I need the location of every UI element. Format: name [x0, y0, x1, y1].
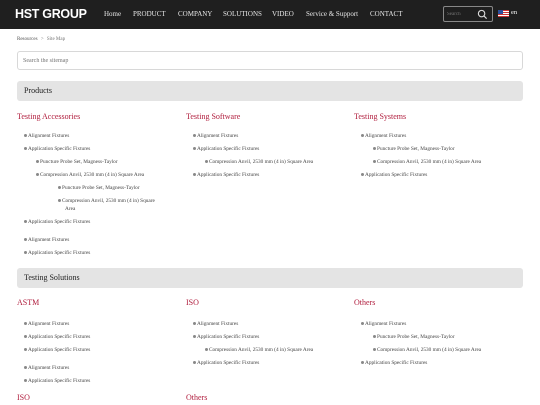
list-item[interactable]: Alignment Fixtures	[24, 133, 69, 140]
list-item[interactable]: Application Specific Fixtures	[193, 334, 259, 341]
nav-contact[interactable]: CONTACT	[370, 10, 403, 18]
search-icon[interactable]	[477, 9, 488, 20]
bullet-icon	[58, 198, 61, 202]
list-item[interactable]: Application Specific Fixtures	[193, 172, 259, 179]
list-item[interactable]: Compression Anvil, 2530 mm (4 in) Square…	[373, 159, 481, 166]
list-item[interactable]: Application Specific Fixtures	[24, 378, 90, 385]
category-heading[interactable]: ASTM	[17, 298, 39, 307]
breadcrumb: Resources > Site Map	[17, 37, 65, 42]
top-navigation-bar: HST GROUP Home PRODUCT COMPANY SOLUTIONS…	[0, 0, 540, 29]
category-heading[interactable]: Others	[186, 393, 207, 402]
bullet-icon	[193, 172, 196, 176]
bullet-icon	[24, 237, 27, 241]
bullet-icon	[373, 347, 376, 351]
list-item[interactable]: Application Specific Fixtures	[24, 334, 90, 341]
bullet-icon	[361, 172, 364, 176]
bullet-icon	[205, 347, 208, 351]
bullet-icon	[193, 146, 196, 150]
header-search-input[interactable]	[447, 9, 475, 19]
bullet-icon	[361, 133, 364, 137]
list-item[interactable]: Compression Anvil, 2530 mm (4 in) Square	[58, 198, 155, 205]
list-item[interactable]: Alignment Fixtures	[24, 237, 69, 244]
nav-service-support[interactable]: Service & Support	[306, 10, 358, 18]
section-title: Testing Solutions	[24, 273, 80, 282]
breadcrumb-separator: >	[40, 37, 44, 42]
language-label: en	[511, 9, 518, 16]
list-item[interactable]: Compression Anvil, 2530 mm (4 in) Square…	[205, 159, 313, 166]
list-item[interactable]: Compression Anvil, 2530 mm (4 in) Square…	[205, 347, 313, 354]
bullet-icon	[193, 133, 196, 137]
bullet-icon	[193, 360, 196, 364]
list-item[interactable]: Application Specific Fixtures	[24, 250, 90, 257]
list-item[interactable]: Alignment Fixtures	[193, 321, 238, 328]
list-item[interactable]: Application Specific Fixtures	[24, 219, 90, 226]
list-item[interactable]: Application Specific Fixtures	[361, 172, 427, 179]
bullet-icon	[36, 159, 39, 163]
nav-video[interactable]: VIDEO	[272, 10, 294, 18]
bullet-icon	[24, 146, 27, 150]
list-item[interactable]: Alignment Fixtures	[193, 133, 238, 140]
bullet-icon	[36, 172, 39, 176]
list-item[interactable]: Compression Anvil, 2530 mm (4 in) Square…	[373, 347, 481, 354]
sitemap-search[interactable]	[17, 51, 523, 70]
sitemap-search-input[interactable]	[23, 56, 503, 66]
nav-company[interactable]: COMPANY	[178, 10, 212, 18]
bullet-icon	[373, 159, 376, 163]
list-item[interactable]: Alignment Fixtures	[361, 321, 406, 328]
nav-solutions[interactable]: SOLUTIONS	[223, 10, 262, 18]
bullet-icon	[24, 334, 27, 338]
logo[interactable]: HST GROUP	[15, 7, 87, 21]
list-item[interactable]: Application Specific Fixtures	[193, 146, 259, 153]
bullet-icon	[24, 133, 27, 137]
bullet-icon	[205, 159, 208, 163]
header-search[interactable]	[443, 6, 493, 22]
bullet-icon	[193, 334, 196, 338]
list-item[interactable]: Application Specific Fixtures	[24, 146, 90, 153]
category-heading[interactable]: ISO	[17, 393, 30, 402]
us-flag-icon	[498, 10, 509, 17]
bullet-icon	[24, 321, 27, 325]
category-heading[interactable]: Testing Systems	[354, 112, 406, 121]
list-item-continuation[interactable]: Area	[65, 206, 75, 213]
section-header-testing-solutions: Testing Solutions	[17, 268, 523, 288]
bullet-icon	[373, 146, 376, 150]
bullet-icon	[193, 321, 196, 325]
nav-product[interactable]: PRODUCT	[133, 10, 166, 18]
bullet-icon	[373, 334, 376, 338]
category-heading[interactable]: ISO	[186, 298, 199, 307]
bullet-icon	[58, 185, 61, 189]
bullet-icon	[24, 365, 27, 369]
list-item[interactable]: Alignment Fixtures	[24, 321, 69, 328]
list-item[interactable]: Alignment Fixtures	[24, 365, 69, 372]
bullet-icon	[361, 321, 364, 325]
list-item[interactable]: Puncture Probe Set, Magness-Taylor	[373, 146, 455, 153]
bullet-icon	[361, 360, 364, 364]
category-heading[interactable]: Testing Accessories	[17, 112, 80, 121]
list-item[interactable]: Application Specific Fixtures	[361, 360, 427, 367]
list-item[interactable]: Application Specific Fixtures	[24, 347, 90, 354]
breadcrumb-current: Site Map	[46, 37, 66, 42]
category-heading[interactable]: Others	[354, 298, 375, 307]
category-heading[interactable]: Testing Software	[186, 112, 240, 121]
list-item[interactable]: Application Specific Fixtures	[193, 360, 259, 367]
bullet-icon	[24, 347, 27, 351]
list-item[interactable]: Puncture Probe Set, Magness-Taylor	[58, 185, 140, 192]
list-item[interactable]: Alignment Fixtures	[361, 133, 406, 140]
breadcrumb-home[interactable]: Resources	[17, 37, 38, 42]
bullet-icon	[24, 250, 27, 254]
bullet-icon	[24, 378, 27, 382]
list-item[interactable]: Compression Anvil, 2530 mm (4 in) Square…	[36, 172, 144, 179]
bullet-icon	[24, 219, 27, 223]
list-item[interactable]: Puncture Probe Set, Magness-Taylor	[373, 334, 455, 341]
list-item[interactable]: Puncture Probe Set, Magness-Taylor	[36, 159, 118, 166]
section-header-products: Products	[17, 81, 523, 101]
nav-home[interactable]: Home	[104, 10, 121, 18]
section-title: Products	[24, 86, 52, 95]
